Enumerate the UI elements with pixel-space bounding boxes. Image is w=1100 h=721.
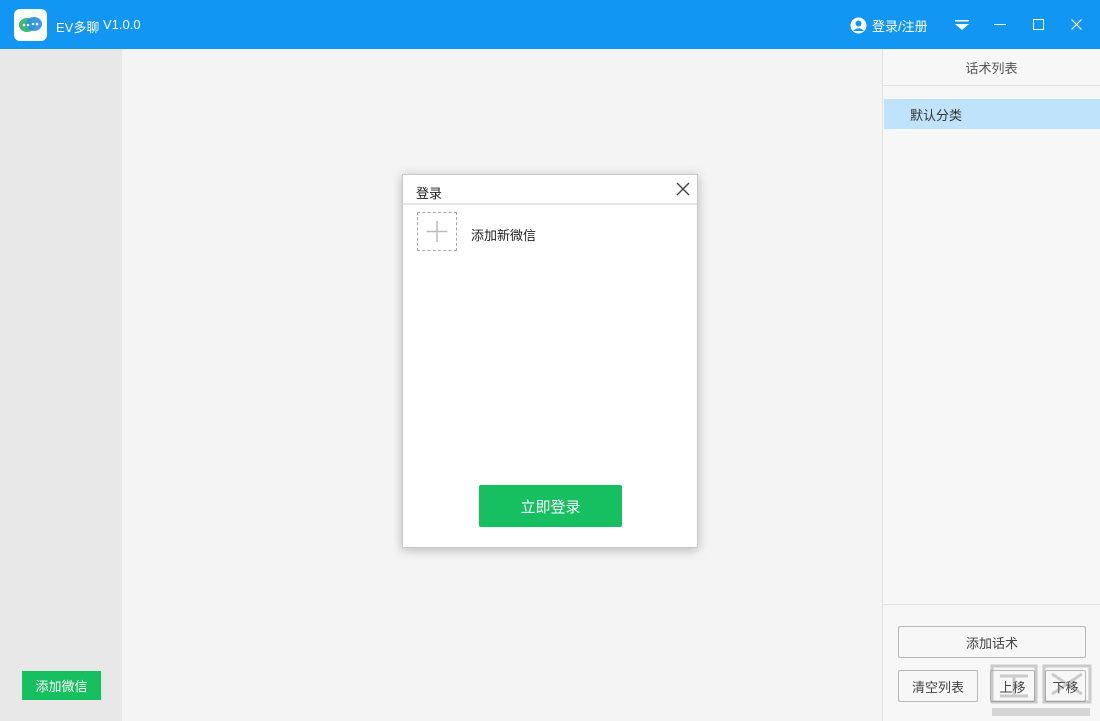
dialog-title: 登录 bbox=[416, 186, 443, 201]
close-icon bbox=[1070, 18, 1082, 33]
dialog-close-icon[interactable] bbox=[674, 180, 692, 198]
maximize-icon bbox=[1032, 18, 1044, 33]
add-wechat-button[interactable]: 添加微信 bbox=[22, 671, 101, 700]
minimize-button[interactable] bbox=[989, 14, 1011, 36]
dialog-header: 登录 bbox=[403, 175, 697, 205]
minimize-icon bbox=[994, 18, 1006, 33]
login-dialog: 登录 添加新微信 立即登录 bbox=[402, 174, 698, 548]
script-list-header: 话术列表 bbox=[883, 49, 1100, 86]
add-new-wechat-button[interactable] bbox=[417, 212, 457, 251]
user-icon bbox=[850, 17, 867, 34]
account-sidebar bbox=[0, 49, 122, 721]
app-logo bbox=[14, 9, 47, 41]
plus-icon bbox=[418, 221, 456, 253]
login-now-button[interactable]: 立即登录 bbox=[479, 485, 622, 527]
clear-list-button[interactable]: 清空列表 bbox=[898, 670, 978, 702]
category-item-default[interactable]: 默认分类 bbox=[884, 99, 1100, 129]
script-list-panel: 话术列表 默认分类 添加话术 清空列表 上移 下移 bbox=[882, 49, 1100, 721]
login-register-link[interactable]: 登录/注册 bbox=[850, 16, 928, 34]
watermark-logo bbox=[988, 662, 1096, 720]
maximize-button[interactable] bbox=[1027, 14, 1049, 36]
login-register-label: 登录/注册 bbox=[872, 18, 928, 34]
app-version: V1.0.0 bbox=[103, 17, 141, 32]
add-new-wechat-label[interactable]: 添加新微信 bbox=[471, 225, 536, 244]
dropdown-menu-icon bbox=[955, 18, 969, 33]
add-script-button[interactable]: 添加话术 bbox=[898, 626, 1086, 658]
app-title: EV多聊 bbox=[56, 20, 100, 35]
divider bbox=[883, 604, 1100, 605]
dropdown-menu-button[interactable] bbox=[951, 14, 973, 36]
title-bar: EV多聊 V1.0.0 登录/注册 bbox=[0, 0, 1100, 49]
close-button[interactable] bbox=[1065, 14, 1087, 36]
